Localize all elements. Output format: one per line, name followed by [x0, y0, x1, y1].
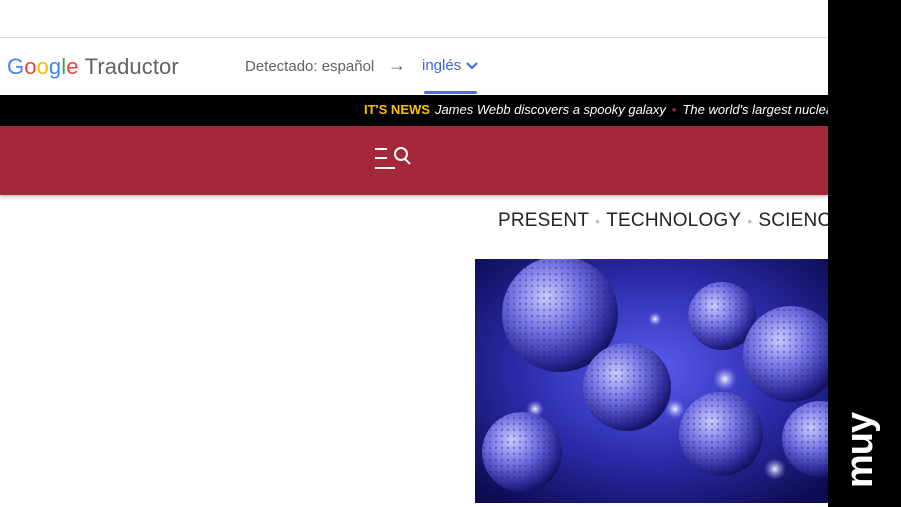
svg-text:muy: muy	[842, 412, 881, 488]
category-separator: •	[595, 213, 601, 229]
bacteria-illustration	[475, 259, 828, 503]
translate-product-name: Traductor	[84, 54, 179, 79]
ticker-separator: •	[671, 102, 677, 117]
brand-letter: e	[66, 54, 79, 79]
target-language-label: inglés	[422, 57, 462, 74]
detected-language[interactable]: Detectado: español	[245, 58, 374, 75]
brand-letter: G	[7, 54, 25, 79]
category-separator: •	[747, 213, 753, 229]
category-nav: PRESENT • TECHNOLOGY • SCIENCE •	[498, 210, 861, 232]
target-language-select[interactable]: inglés	[422, 57, 479, 74]
muy-interesante-logo: muy INTERESANTE	[842, 412, 881, 488]
news-ticker: IT'S NEWS James Webb discovers a spooky …	[0, 95, 828, 126]
brand-letter: g	[48, 54, 62, 79]
menu-search-icon[interactable]	[373, 145, 413, 173]
google-translate-logo[interactable]: Google Traductor	[7, 54, 179, 80]
ticker-item[interactable]: James Webb discovers a spooky galaxy	[435, 102, 666, 117]
category-link-present[interactable]: PRESENT	[498, 210, 589, 232]
category-link-technology[interactable]: TECHNOLOGY	[606, 210, 741, 232]
google-translate-bar: Google Traductor Detectado: español → ing…	[0, 38, 828, 95]
browser-top-area	[0, 0, 828, 38]
google-brand: Google	[7, 54, 79, 79]
ticker-item[interactable]: The world's largest nuclear	[682, 102, 828, 117]
article-image[interactable]	[475, 259, 828, 503]
arrow-right-icon: →	[388, 55, 406, 75]
active-tab-indicator	[424, 91, 477, 94]
brand-letter: o	[24, 54, 37, 79]
chevron-down-icon	[466, 61, 478, 69]
site-header	[0, 126, 828, 195]
ticker-label: IT'S NEWS	[364, 102, 430, 117]
brand-letter: o	[36, 54, 49, 79]
